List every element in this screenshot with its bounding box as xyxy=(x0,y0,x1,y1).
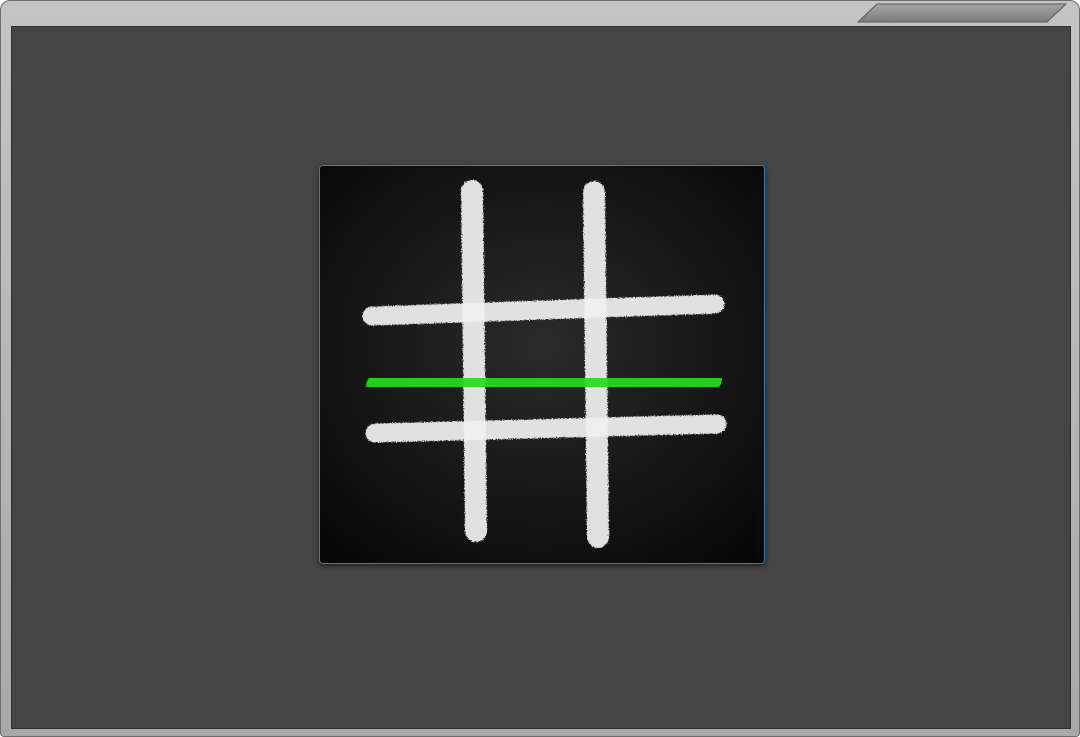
tic-tac-toe-board[interactable] xyxy=(319,165,765,564)
board-cell-2-2[interactable] xyxy=(475,307,597,429)
board-cell-3-3[interactable] xyxy=(597,429,720,541)
window-corner-tab xyxy=(857,3,1067,23)
board-cell-2-1[interactable] xyxy=(370,307,475,429)
board-canvas[interactable] xyxy=(320,166,764,563)
board-cell-3-1[interactable] xyxy=(370,429,475,541)
board-cell-3-2[interactable] xyxy=(475,429,597,541)
board-cell-1-2[interactable] xyxy=(475,186,597,307)
board-cell-2-3[interactable] xyxy=(597,307,720,429)
game-viewport xyxy=(11,26,1071,729)
board-cell-1-3[interactable] xyxy=(597,186,720,307)
app-window xyxy=(0,0,1080,737)
board-cell-1-1[interactable] xyxy=(370,186,475,307)
